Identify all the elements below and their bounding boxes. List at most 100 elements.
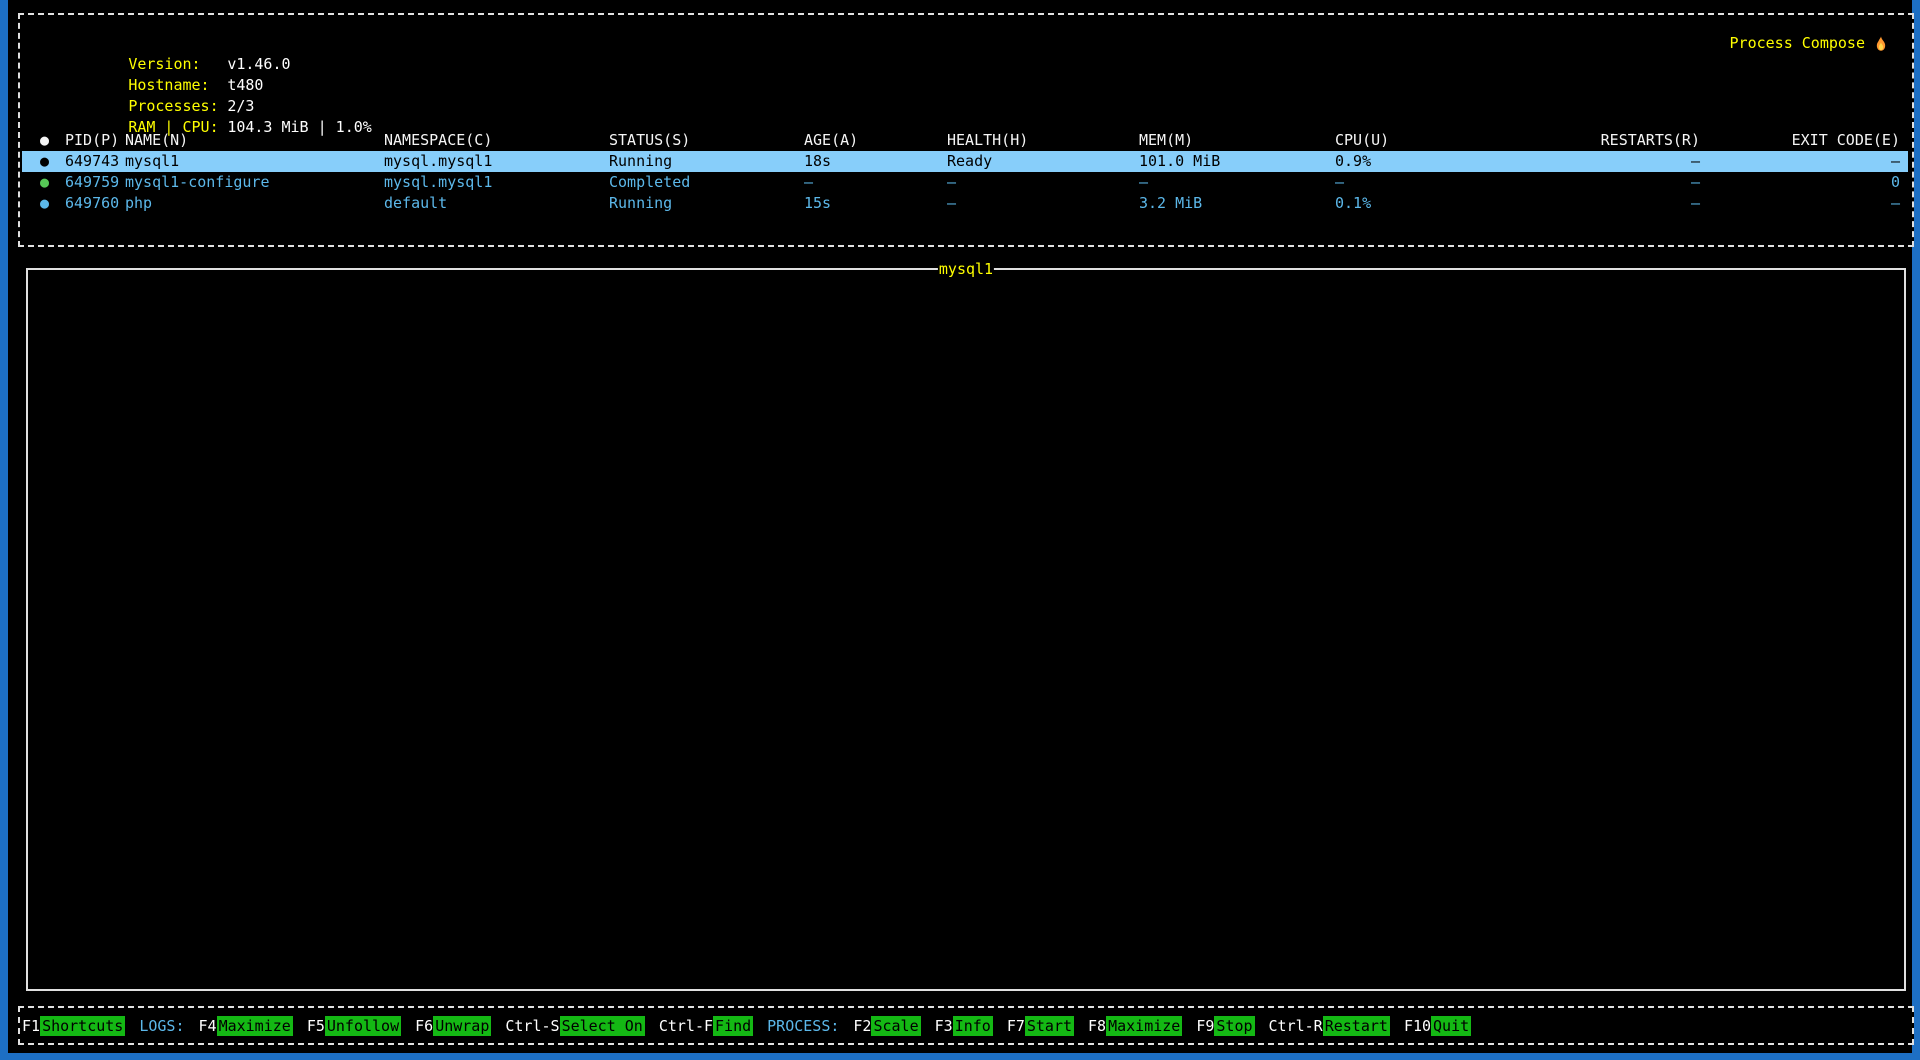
- shortcut-maximize[interactable]: F8Maximize: [1088, 1016, 1182, 1036]
- shortcut-key: Ctrl-S: [505, 1017, 559, 1035]
- shortcut-label: Scale: [871, 1016, 920, 1036]
- cell-pid: 649743: [65, 151, 125, 172]
- shortcuts-bar: F1ShortcutsLOGS:F4MaximizeF5UnfollowF6Un…: [18, 1006, 1914, 1045]
- shortcut-label: Quit: [1431, 1016, 1471, 1036]
- shortcut-key: F5: [307, 1017, 325, 1035]
- shortcut-key: F2: [853, 1017, 871, 1035]
- info-value: 2/3: [227, 97, 254, 115]
- process-row[interactable]: ● 649760 php default Running 15s – 3.2 M…: [22, 193, 1908, 214]
- shortcut-key: F4: [199, 1017, 217, 1035]
- process-row[interactable]: ● 649759 mysql1-configure mysql.mysql1 C…: [22, 172, 1908, 193]
- cell-name: php: [125, 193, 384, 214]
- cell-exit-code: –: [1700, 151, 1900, 172]
- shortcut-label: Maximize: [217, 1016, 293, 1036]
- shortcut-label: Info: [953, 1016, 993, 1036]
- cell-restarts: –: [1465, 172, 1700, 193]
- shortcut-label: Start: [1025, 1016, 1074, 1036]
- cell-cpu: –: [1335, 172, 1465, 193]
- info-line: Version:v1.46.0: [38, 33, 372, 54]
- shortcut-key: F10: [1404, 1017, 1431, 1035]
- log-line: [38, 599, 1896, 620]
- shortcut-shortcuts[interactable]: F1Shortcuts: [22, 1016, 125, 1036]
- shortcut-section-label: LOGS:: [139, 1017, 184, 1035]
- cell-age: 18s: [804, 151, 947, 172]
- shortcut-unwrap[interactable]: F6Unwrap: [415, 1016, 491, 1036]
- shortcut-key: F8: [1088, 1017, 1106, 1035]
- shortcut-label: Restart: [1323, 1016, 1390, 1036]
- column-namespace[interactable]: NAMESPACE(C): [384, 130, 609, 151]
- cell-health: –: [947, 193, 1139, 214]
- column-status[interactable]: STATUS(S): [609, 130, 804, 151]
- shortcut-label: Unfollow: [325, 1016, 401, 1036]
- shortcut-key: F3: [935, 1017, 953, 1035]
- shortcut-unfollow[interactable]: F5Unfollow: [307, 1016, 401, 1036]
- info-value: t480: [227, 76, 263, 94]
- log-line: [38, 326, 1896, 347]
- shortcut-key: F7: [1007, 1017, 1025, 1035]
- shortcut-info[interactable]: F3Info: [935, 1016, 993, 1036]
- cell-namespace: mysql.mysql1: [384, 172, 609, 193]
- column-exit-code[interactable]: EXIT CODE(E): [1700, 130, 1900, 151]
- header-dot: ●: [40, 130, 65, 151]
- cell-cpu: 0.9%: [1335, 151, 1465, 172]
- app-title-text: Process Compose: [1730, 33, 1865, 54]
- cell-mem: 101.0 MiB: [1139, 151, 1335, 172]
- system-info: Version:v1.46.0 Hostname:t480 Processes:…: [38, 33, 372, 117]
- log-line: [38, 620, 1896, 641]
- cell-pid: 649760: [65, 193, 125, 214]
- shortcut-restart[interactable]: Ctrl-RRestart: [1269, 1016, 1390, 1036]
- cell-status: Running: [609, 193, 804, 214]
- shortcut-section-label: PROCESS:: [767, 1017, 839, 1035]
- log-line: [38, 305, 1896, 326]
- process-table-header: ● PID(P) NAME(N) NAMESPACE(C) STATUS(S) …: [22, 130, 1908, 151]
- shortcut-select-on[interactable]: Ctrl-SSelect On: [505, 1016, 644, 1036]
- shortcut-scale[interactable]: F2Scale: [853, 1016, 920, 1036]
- cell-restarts: –: [1465, 193, 1700, 214]
- shortcut-key: F6: [415, 1017, 433, 1035]
- cell-mem: 3.2 MiB: [1139, 193, 1335, 214]
- shortcut-find[interactable]: Ctrl-FFind: [659, 1016, 753, 1036]
- log-line: [38, 389, 1896, 410]
- log-line: [38, 536, 1896, 557]
- log-line: [38, 368, 1896, 389]
- cell-cpu: 0.1%: [1335, 193, 1465, 214]
- cell-namespace: mysql.mysql1: [384, 151, 609, 172]
- log-line: [38, 662, 1896, 683]
- column-cpu[interactable]: CPU(U): [1335, 130, 1465, 151]
- shortcut-label: Select On: [560, 1016, 645, 1036]
- cell-age: 15s: [804, 193, 947, 214]
- column-health[interactable]: HEALTH(H): [947, 130, 1139, 151]
- column-age[interactable]: AGE(A): [804, 130, 947, 151]
- shortcut-start[interactable]: F7Start: [1007, 1016, 1074, 1036]
- process-table-body: ● 649743 mysql1 mysql.mysql1 Running 18s…: [22, 151, 1908, 214]
- shortcut-stop[interactable]: F9Stop: [1196, 1016, 1254, 1036]
- cell-pid: 649759: [65, 172, 125, 193]
- process-table: ● PID(P) NAME(N) NAMESPACE(C) STATUS(S) …: [22, 130, 1908, 214]
- shortcut-label: Maximize: [1106, 1016, 1182, 1036]
- shortcut-label: Unwrap: [433, 1016, 491, 1036]
- shortcut-key: Ctrl-F: [659, 1017, 713, 1035]
- app-title: Process Compose: [1730, 33, 1890, 54]
- process-row[interactable]: ● 649743 mysql1 mysql.mysql1 Running 18s…: [22, 151, 1908, 172]
- column-pid[interactable]: PID(P): [65, 130, 125, 151]
- column-name[interactable]: NAME(N): [125, 130, 384, 151]
- log-line: [38, 578, 1896, 599]
- column-restarts[interactable]: RESTARTS(R): [1465, 130, 1700, 151]
- log-line: [38, 347, 1896, 368]
- process-compose-app: { "app": { "title": "Process Compose" },…: [0, 0, 1920, 1060]
- shortcut-maximize[interactable]: F4Maximize: [199, 1016, 293, 1036]
- log-line: [38, 515, 1896, 536]
- cell-exit-code: –: [1700, 193, 1900, 214]
- log-line: [38, 284, 1896, 305]
- log-line: [38, 431, 1896, 452]
- shortcut-label: Find: [713, 1016, 753, 1036]
- log-line: [38, 557, 1896, 578]
- log-output[interactable]: [38, 284, 1896, 981]
- terminal-screen: Version:v1.46.0 Hostname:t480 Processes:…: [8, 0, 1912, 1053]
- shortcut-key: F9: [1196, 1017, 1214, 1035]
- shortcut-quit[interactable]: F10Quit: [1404, 1016, 1471, 1036]
- shortcut-label: Shortcuts: [40, 1016, 125, 1036]
- column-mem[interactable]: MEM(M): [1139, 130, 1335, 151]
- cell-mem: –: [1139, 172, 1335, 193]
- cell-exit-code: 0: [1700, 172, 1900, 193]
